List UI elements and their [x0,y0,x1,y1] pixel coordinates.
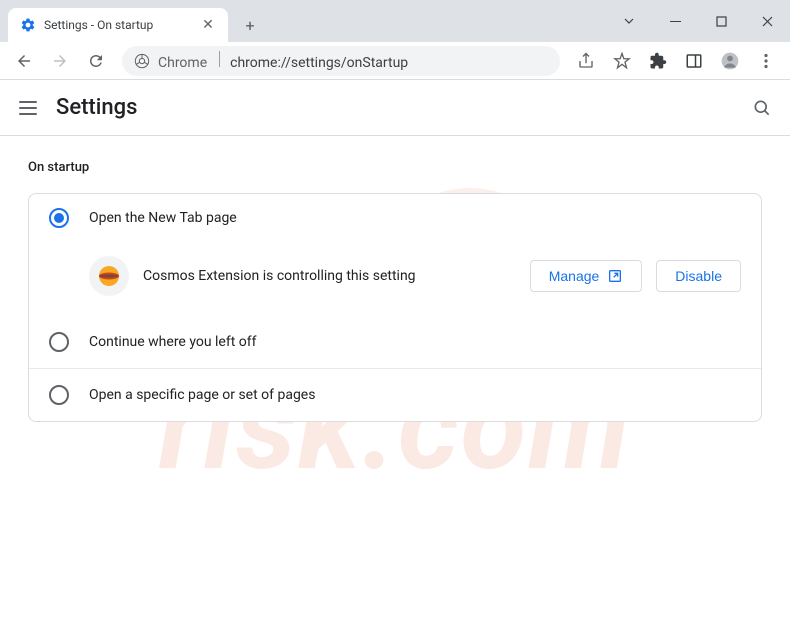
manage-button[interactable]: Manage [530,260,643,292]
disable-button-label: Disable [675,268,722,284]
hamburger-menu-button[interactable] [16,96,40,120]
share-icon[interactable] [570,45,602,77]
extensions-icon[interactable] [642,45,674,77]
reload-button[interactable] [80,45,112,77]
extension-notice-text: Cosmos Extension is controlling this set… [143,268,516,284]
radio-unselected-icon[interactable] [49,385,69,405]
omnibox-text: Chrome chrome://settings/onStartup [158,51,408,71]
window-controls [606,0,790,42]
radio-unselected-icon[interactable] [49,332,69,352]
open-external-icon [607,268,623,284]
chevron-down-icon[interactable] [606,5,652,37]
startup-option-specific-pages[interactable]: Open a specific page or set of pages [29,368,761,421]
startup-card: Open the New Tab page Cosmos Extension i… [28,193,762,422]
address-bar[interactable]: Chrome chrome://settings/onStartup [122,46,560,76]
search-icon[interactable] [750,96,774,120]
browser-toolbar: Chrome chrome://settings/onStartup [0,42,790,80]
close-icon[interactable]: ✕ [200,17,216,33]
tab-title: Settings - On startup [44,18,200,32]
radio-selected-icon[interactable] [49,208,69,228]
minimize-button[interactable] [652,5,698,37]
menu-icon[interactable] [750,45,782,77]
close-window-button[interactable] [744,5,790,37]
gear-icon [20,17,36,33]
option-label: Open a specific page or set of pages [89,387,315,403]
new-tab-button[interactable]: + [236,11,264,39]
url-path: chrome://settings/onStartup [230,55,408,71]
forward-button[interactable] [44,45,76,77]
option-label: Open the New Tab page [89,210,237,226]
extension-icon-wrap [89,256,129,296]
option-label: Continue where you left off [89,334,257,350]
browser-tab[interactable]: Settings - On startup ✕ [8,8,228,42]
startup-option-new-tab[interactable]: Open the New Tab page [29,194,761,242]
sidepanel-icon[interactable] [678,45,710,77]
profile-icon[interactable] [714,45,746,77]
startup-option-continue[interactable]: Continue where you left off [29,316,761,368]
manage-button-label: Manage [549,268,600,284]
url-scheme-label: Chrome [158,55,207,71]
disable-button[interactable]: Disable [656,260,741,292]
back-button[interactable] [8,45,40,77]
page-title: Settings [56,95,137,120]
chrome-icon [134,53,150,69]
window-titlebar: Settings - On startup ✕ + [0,0,790,42]
cosmos-extension-icon [97,264,121,288]
section-heading: On startup [28,160,762,175]
extension-notice-row: Cosmos Extension is controlling this set… [29,242,761,316]
content-area: On startup Open the New Tab page Cosmos … [0,136,790,446]
settings-appbar: Settings [0,80,790,136]
star-icon[interactable] [606,45,638,77]
maximize-button[interactable] [698,5,744,37]
